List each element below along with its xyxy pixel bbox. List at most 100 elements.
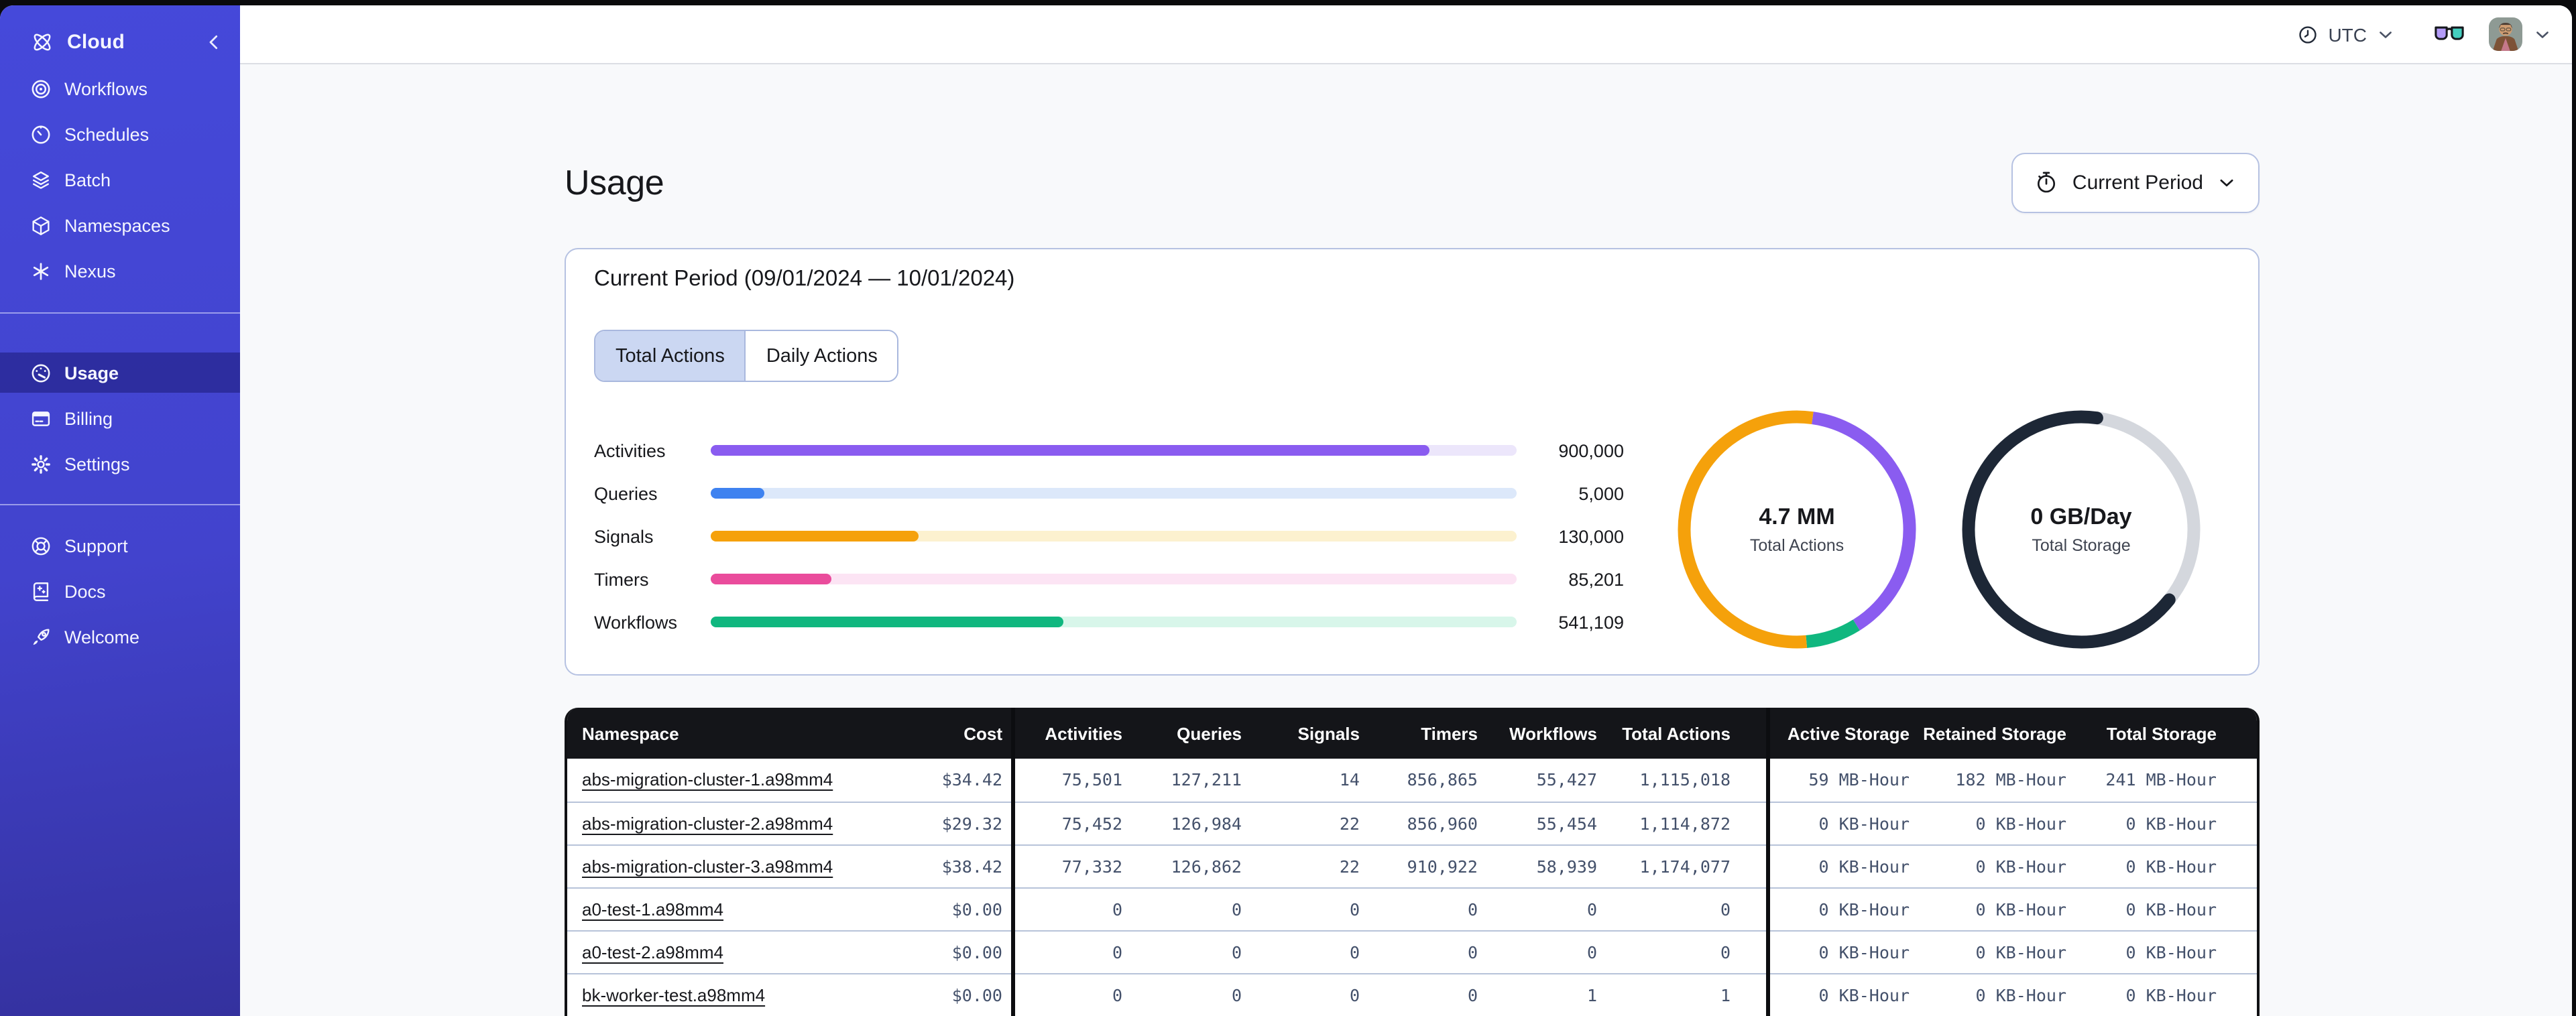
bar-label: Queries (594, 483, 658, 503)
sidebar-item-usage[interactable]: Usage (0, 353, 240, 393)
bar-label: Signals (594, 526, 654, 546)
period-selector-button[interactable]: Current Period (2011, 152, 2260, 212)
column-header-signals: Signals (1297, 723, 1360, 743)
period-button-label: Current Period (2072, 171, 2203, 194)
usage-bars: Activities 900,000 Queries 5,000 Signals 130,… (594, 429, 1624, 643)
sidebar-item-label: Namespaces (64, 215, 170, 235)
avatar[interactable] (2489, 17, 2522, 51)
sidebar-item-welcome[interactable]: Welcome (0, 617, 240, 657)
bar-value: 5,000 (1578, 483, 1624, 503)
bar-label: Activities (594, 440, 666, 460)
sidebar-item-settings[interactable]: Settings (0, 444, 240, 484)
cell-timers: 910,922 (1368, 844, 1486, 888)
sidebar-collapse-button[interactable] (204, 31, 224, 52)
cell-total-actions: 1,174,077 (1605, 844, 1767, 888)
actions-tabs: Total Actions Daily Actions (594, 330, 899, 382)
cell-retained-storage: 182 MB-Hour (1918, 759, 2074, 802)
bar-track (711, 445, 1517, 456)
total-actions-donut: 4.7 MM Total Actions (1665, 398, 1928, 661)
sidebar-item-schedules[interactable]: Schedules (0, 114, 240, 154)
namespace-link[interactable]: a0-test-1.a98mm4 (582, 899, 723, 919)
namespace-usage-table: Namespace Cost Activities Queries Signals Tim… (565, 708, 2260, 1016)
glasses-icon[interactable] (2434, 23, 2465, 45)
cell-cost: $0.00 (905, 930, 1012, 974)
namespace-link[interactable]: bk-worker-test.a98mm4 (582, 985, 765, 1005)
namespace-cell: a0-test-2.a98mm4 (567, 930, 905, 974)
namespace-link[interactable]: a0-test-2.a98mm4 (582, 942, 723, 962)
cell-total-actions: 1,115,018 (1605, 759, 1767, 802)
cell-cost: $38.42 (905, 844, 1012, 888)
cell-signals: 0 (1250, 887, 1368, 931)
namespace-cell: bk-worker-test.a98mm4 (567, 973, 905, 1016)
usage-icon (30, 361, 52, 384)
cell-signals: 14 (1250, 759, 1368, 802)
column-header-queries: Queries (1177, 723, 1242, 743)
cell-retained-storage: 0 KB-Hour (1918, 930, 2074, 974)
cell-signals: 0 (1250, 973, 1368, 1016)
column-header-activities: Activities (1010, 708, 1130, 759)
total-storage-donut: 0 GB/Day Total Storage (1950, 398, 2213, 661)
cell-queries: 126,862 (1130, 844, 1250, 888)
bar-fill (711, 445, 1430, 456)
screen: Cloud Workflows Schedules Batch Namespaces N… (0, 0, 2576, 1016)
app-window: Cloud Workflows Schedules Batch Namespaces N… (0, 5, 2572, 1016)
cell-signals: 0 (1250, 930, 1368, 974)
tab-daily-actions[interactable]: Daily Actions (746, 331, 898, 381)
cell-total-actions: 1,114,872 (1605, 802, 1767, 845)
sidebar-brand: Cloud (0, 5, 240, 60)
cell-total-storage: 0 KB-Hour (2074, 973, 2257, 1016)
period-chevron-down-icon (2217, 172, 2237, 192)
cell-queries: 0 (1130, 973, 1250, 1016)
sidebar-item-billing[interactable]: Billing (0, 398, 240, 438)
usage-summary-card: Current Period (09/01/2024 — 10/01/2024)… (565, 248, 2260, 676)
namespace-link[interactable]: abs-migration-cluster-2.a98mm4 (582, 813, 833, 833)
sidebar-item-label: Schedules (64, 124, 150, 144)
sidebar-item-label: Batch (64, 170, 111, 190)
title-row: Usage Current Period (565, 150, 2260, 214)
cell-total-storage: 0 KB-Hour (2074, 930, 2257, 974)
card-title: Current Period (09/01/2024 — 10/01/2024) (594, 267, 1015, 291)
sidebar-item-workflows[interactable]: Workflows (0, 68, 240, 109)
column-header-namespace: Namespace (582, 723, 679, 743)
welcome-icon (30, 625, 52, 648)
cell-activities: 75,452 (1010, 802, 1130, 845)
cell-timers: 856,865 (1368, 759, 1486, 802)
bar-value: 130,000 (1558, 526, 1624, 546)
table-row: abs-migration-cluster-1.a98mm4 $34.42 75,5… (567, 759, 2257, 802)
namespace-cell: abs-migration-cluster-1.a98mm4 (567, 759, 905, 802)
sidebar-divider (0, 504, 240, 505)
column-header-active-storage: Active Storage (1765, 708, 1918, 759)
sidebar-item-namespaces[interactable]: Namespaces (0, 205, 240, 245)
sidebar-item-label: Welcome (64, 627, 140, 647)
timezone-selector[interactable]: UTC (2297, 23, 2395, 45)
donut-label: Total Storage (2032, 536, 2131, 555)
sidebar-item-docs[interactable]: Docs (0, 571, 240, 611)
namespace-link[interactable]: abs-migration-cluster-1.a98mm4 (582, 770, 833, 790)
usage-bar-row-signals: Signals 130,000 (594, 515, 1624, 558)
sidebar-item-label: Settings (64, 454, 130, 474)
sidebar-item-label: Workflows (64, 78, 148, 99)
schedules-icon (30, 123, 52, 145)
namespace-cell: abs-migration-cluster-3.a98mm4 (567, 844, 905, 888)
table-row: bk-worker-test.a98mm4 $0.00 0 0 0 0 1 1 0 KB-Hou… (567, 973, 2257, 1016)
cell-active-storage: 0 KB-Hour (1765, 887, 1918, 931)
clock-icon (2297, 23, 2319, 45)
namespace-link[interactable]: abs-migration-cluster-3.a98mm4 (582, 856, 833, 876)
sidebar-item-label: Nexus (64, 261, 116, 281)
sidebar-divider (0, 312, 240, 314)
workflows-icon (30, 77, 52, 100)
sidebar-item-label: Support (64, 535, 128, 556)
cell-active-storage: 59 MB-Hour (1765, 759, 1918, 802)
docs-icon (30, 580, 52, 602)
sidebar-item-nexus[interactable]: Nexus (0, 251, 240, 291)
table-body: abs-migration-cluster-1.a98mm4 $34.42 75,5… (567, 759, 2257, 1016)
account-menu-chevron-icon[interactable] (2533, 25, 2552, 44)
namespace-cell: a0-test-1.a98mm4 (567, 887, 905, 931)
cell-active-storage: 0 KB-Hour (1765, 844, 1918, 888)
tab-total-actions[interactable]: Total Actions (595, 331, 746, 381)
sidebar-item-batch[interactable]: Batch (0, 160, 240, 200)
bar-fill (711, 617, 1064, 627)
cell-retained-storage: 0 KB-Hour (1918, 887, 2074, 931)
sidebar-item-support[interactable]: Support (0, 525, 240, 566)
cell-cost: $29.32 (905, 802, 1012, 845)
